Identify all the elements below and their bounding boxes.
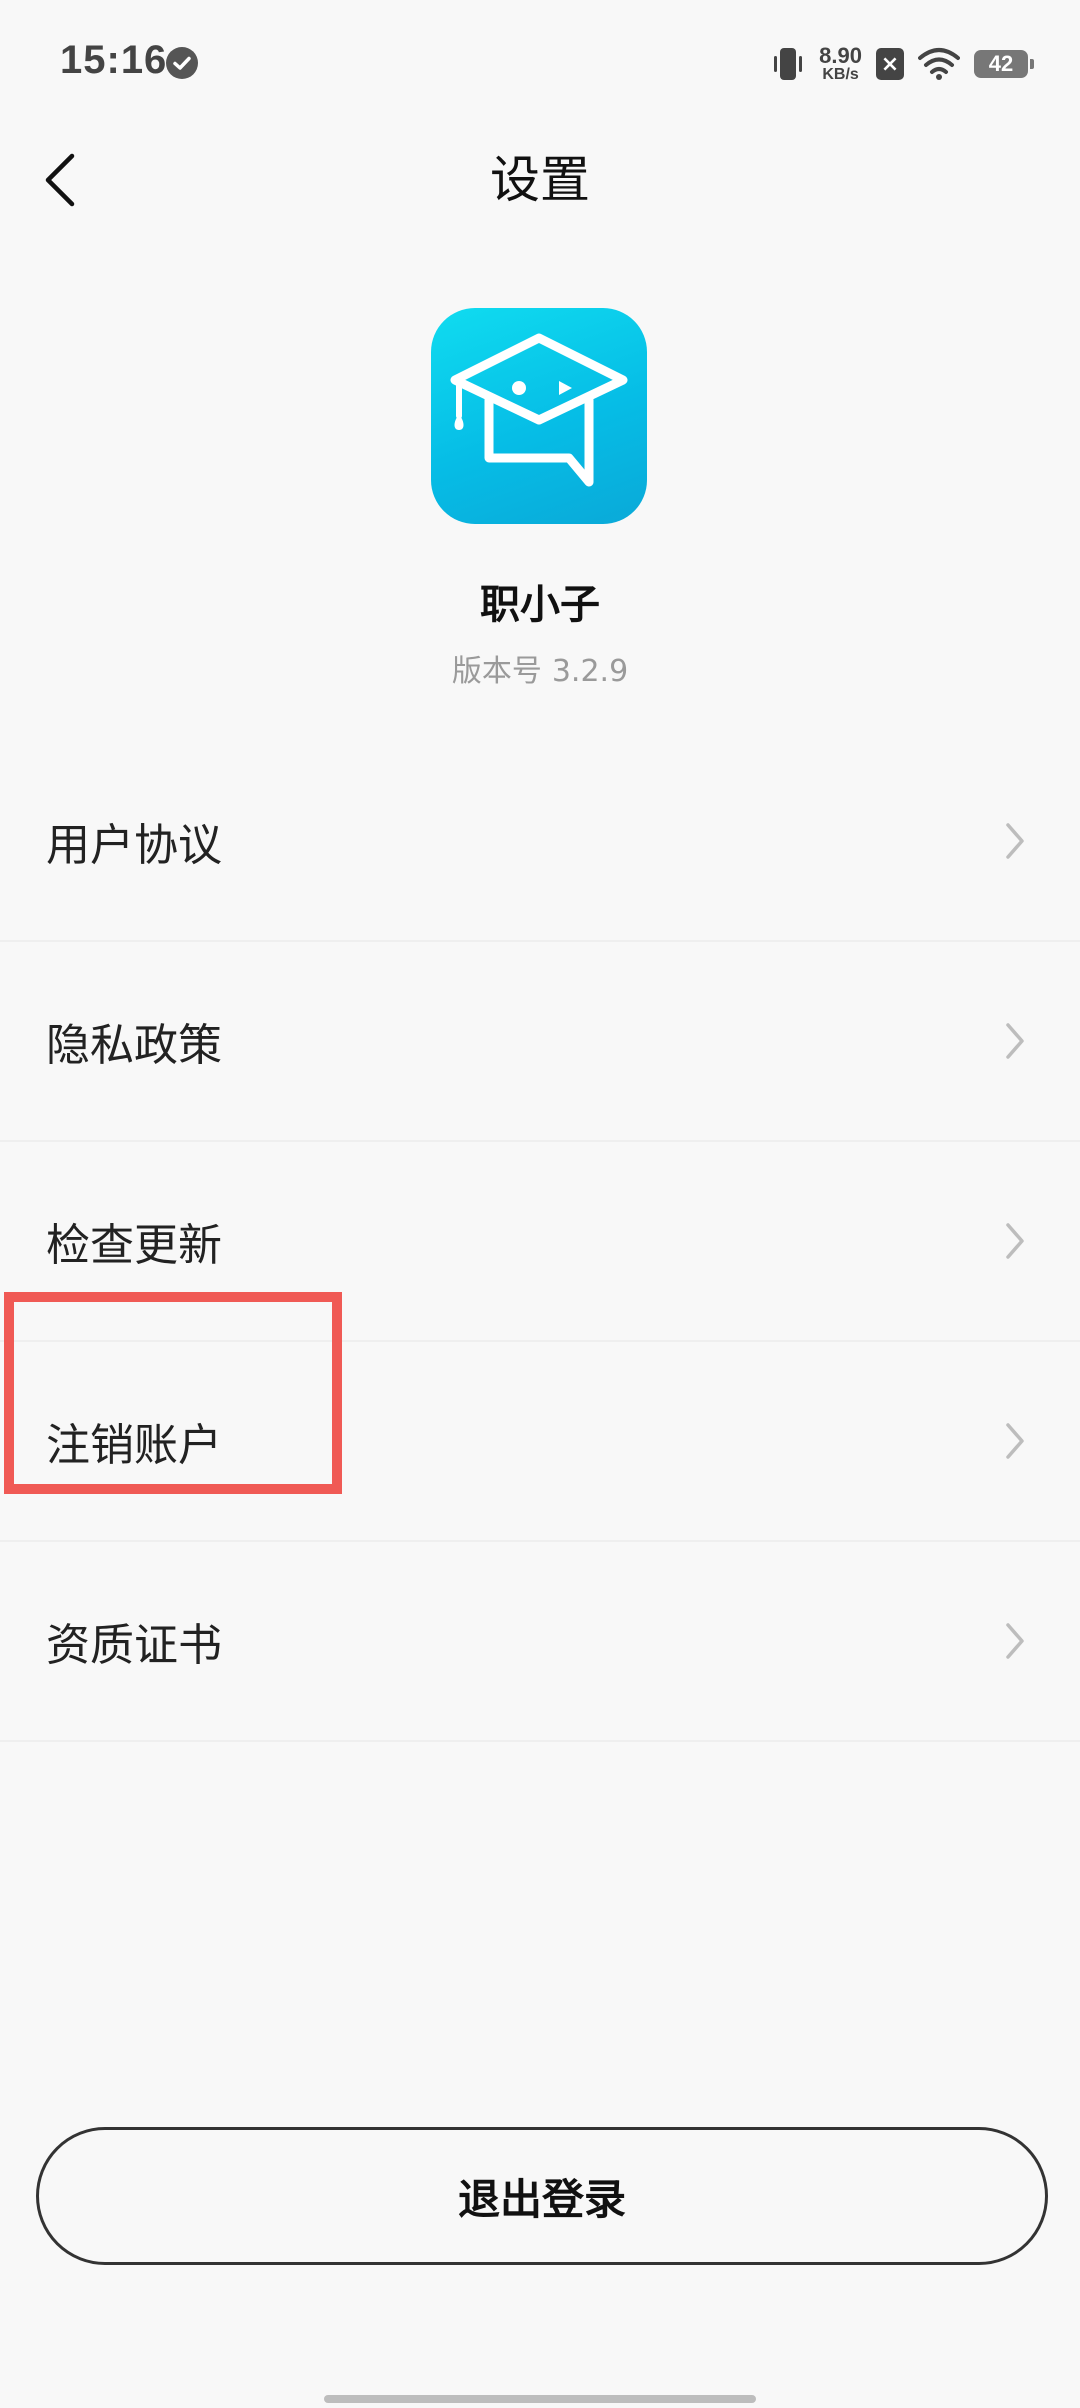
menu-item-label: 注销账户 bbox=[46, 1420, 222, 1471]
battery-level: 42 bbox=[988, 51, 1014, 76]
app-version: 版本号 3.2.9 bbox=[0, 646, 1080, 690]
back-button[interactable] bbox=[40, 140, 120, 220]
no-sim-icon: × bbox=[876, 48, 904, 80]
app-logo bbox=[431, 308, 647, 524]
menu-item-label: 检查更新 bbox=[46, 1220, 222, 1271]
settings-screen: 15:16 8.90 KB/s × 42 设置 职小子 版本号 3.2.9 用户… bbox=[0, 0, 1080, 2408]
chevron-left-icon bbox=[45, 153, 75, 207]
page-title: 设置 bbox=[490, 151, 590, 209]
status-icons: 8.90 KB/s × 42 bbox=[771, 42, 1034, 86]
network-speed: 8.90 KB/s bbox=[819, 45, 862, 83]
menu-item-user-agreement[interactable]: 用户协议 bbox=[0, 742, 1080, 942]
menu-item-label: 资质证书 bbox=[46, 1620, 222, 1671]
graduation-cap-chat-icon bbox=[450, 333, 628, 487]
chevron-right-icon bbox=[1006, 1623, 1024, 1659]
status-time: 15:16 bbox=[60, 38, 168, 82]
network-speed-value: 8.90 bbox=[819, 43, 862, 68]
menu-item-qualification-certificate[interactable]: 资质证书 bbox=[0, 1542, 1080, 1742]
home-indicator[interactable] bbox=[324, 2395, 756, 2403]
menu-item-check-update[interactable]: 检查更新 bbox=[0, 1142, 1080, 1342]
chevron-right-icon bbox=[1006, 823, 1024, 859]
check-circle-icon bbox=[166, 47, 198, 79]
battery-indicator: 42 bbox=[974, 50, 1034, 78]
chevron-right-icon bbox=[1006, 1223, 1024, 1259]
chevron-right-icon bbox=[1006, 1423, 1024, 1459]
settings-menu: 用户协议 隐私政策 检查更新 注销账户 资质证书 bbox=[0, 742, 1080, 1742]
wifi-icon bbox=[918, 48, 960, 80]
logout-button[interactable]: 退出登录 bbox=[36, 2127, 1048, 2265]
vibrate-icon bbox=[774, 48, 803, 80]
status-bar: 15:16 8.90 KB/s × 42 bbox=[0, 0, 1080, 130]
app-version-label: 版本号 bbox=[451, 654, 542, 689]
menu-item-label: 用户协议 bbox=[46, 820, 222, 871]
menu-item-label: 隐私政策 bbox=[46, 1020, 222, 1071]
menu-item-delete-account[interactable]: 注销账户 bbox=[0, 1342, 1080, 1542]
network-speed-unit: KB/s bbox=[822, 66, 859, 83]
menu-item-privacy-policy[interactable]: 隐私政策 bbox=[0, 942, 1080, 1142]
app-version-number: 3.2.9 bbox=[551, 654, 629, 689]
chevron-right-icon bbox=[1006, 1023, 1024, 1059]
app-name: 职小子 bbox=[480, 582, 600, 628]
